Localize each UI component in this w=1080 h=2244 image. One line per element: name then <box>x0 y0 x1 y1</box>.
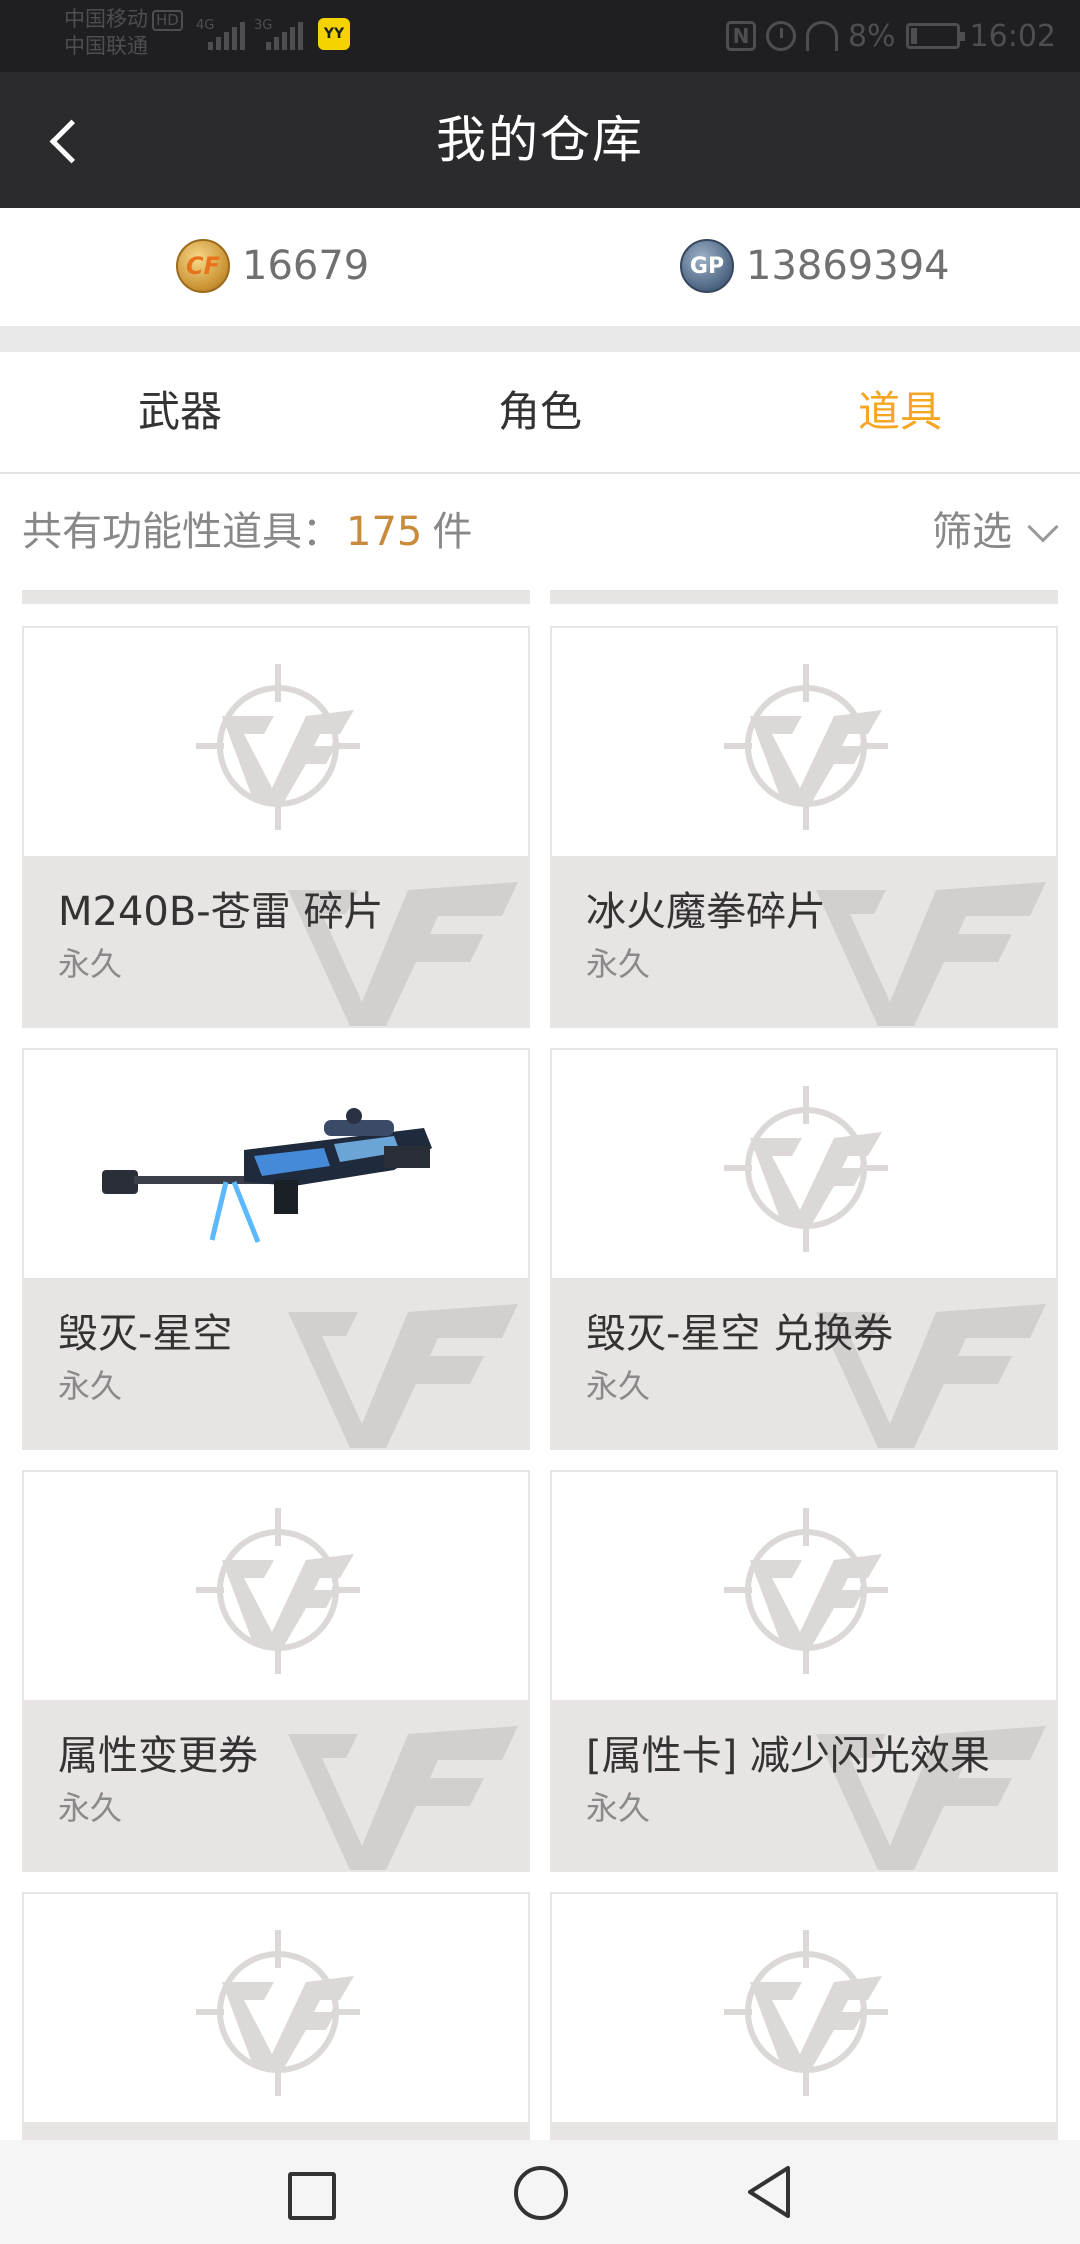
carrier-2: 中国联通 <box>64 34 148 58</box>
card-info: 毁灭-星空 兑换券 永久 <box>552 1278 1056 1448</box>
filter-button[interactable]: 筛选 <box>932 504 1059 560</box>
net-2-label: 3G <box>254 18 273 33</box>
card-image-area <box>24 628 528 856</box>
card-info: [属性卡] 减少闪光效果 永久 <box>552 1700 1056 1870</box>
yy-app-icon: YY <box>318 18 350 50</box>
gp-balance-value: 13869394 <box>746 243 950 289</box>
cf-watermark-icon <box>288 1726 518 1870</box>
item-card[interactable]: [属性卡] 减少闪光效果 永久 <box>550 1470 1058 1872</box>
speed-icon <box>805 21 838 51</box>
card-image-area <box>552 628 1056 856</box>
cf-balance: CF 16679 <box>176 238 369 294</box>
card-partial <box>22 590 530 604</box>
item-duration: 永久 <box>58 1367 123 1405</box>
status-bar: 中国移动 HD 中国联通 4G 3G YY N 8% 16:02 <box>0 0 1080 72</box>
card-image-area <box>552 1894 1056 2122</box>
count-unit: 件 <box>432 509 473 555</box>
system-nav-bar <box>0 2140 1080 2244</box>
item-duration: 永久 <box>58 1789 123 1827</box>
cf-placeholder-logo-icon <box>724 1930 888 2096</box>
card-image-area <box>24 1472 528 1700</box>
carrier-info: 中国移动 HD 中国联通 <box>64 6 183 60</box>
app-header: 我的仓库 <box>0 72 1080 208</box>
battery-icon <box>905 23 965 49</box>
triangle-back-icon <box>748 2166 790 2218</box>
item-name: 毁灭-星空 兑换券 <box>586 1311 894 1357</box>
card-image-area <box>24 1050 528 1278</box>
item-card[interactable]: 毁灭-星空 兑换券 永久 <box>550 1048 1058 1450</box>
status-right: N 8% 16:02 <box>725 16 1056 56</box>
category-tabs: 武器 角色 道具 <box>0 352 1080 474</box>
cf-balance-value: 16679 <box>242 243 370 289</box>
signal-1-icon: 4G <box>196 18 248 50</box>
hd-badge: HD <box>152 9 183 31</box>
alarm-icon <box>765 21 796 51</box>
recent-apps-button[interactable] <box>280 2162 340 2222</box>
item-card[interactable] <box>22 1892 530 2140</box>
cf-placeholder-logo-icon <box>724 664 888 830</box>
cf-coin-label: CF <box>185 252 220 280</box>
item-duration: 永久 <box>586 1789 651 1827</box>
cf-watermark-icon <box>288 1304 518 1448</box>
item-name: 冰火魔拳碎片 <box>586 889 826 935</box>
clock: 16:02 <box>969 18 1056 54</box>
sniper-rifle-image <box>102 1108 432 1243</box>
item-name: 属性变更券 <box>58 1733 258 1779</box>
divider <box>0 326 1080 352</box>
net-1-label: 4G <box>196 18 215 33</box>
cf-placeholder-logo-icon <box>724 1508 888 1674</box>
nfc-icon: N <box>725 21 756 51</box>
card-info: M240B-苍雷 碎片 永久 <box>24 856 528 1026</box>
item-card[interactable]: M240B-苍雷 碎片 永久 <box>22 626 530 1028</box>
cf-placeholder-logo-icon <box>196 664 360 830</box>
item-duration: 永久 <box>58 945 123 983</box>
card-info: 毁灭-星空 永久 <box>24 1278 528 1448</box>
item-name: [属性卡] 减少闪光效果 <box>586 1733 990 1779</box>
chevron-down-icon <box>1027 511 1059 543</box>
item-card[interactable] <box>550 1892 1058 2140</box>
item-count-label: 共有功能性道具： 175 件 <box>22 504 472 560</box>
card-image-area <box>24 1894 528 2122</box>
system-back-button[interactable] <box>740 2162 800 2222</box>
item-card[interactable]: 冰火魔拳碎片 永久 <box>550 626 1058 1028</box>
cf-coin-icon: CF <box>176 239 230 293</box>
card-info: 冰火魔拳碎片 永久 <box>552 856 1056 1026</box>
filter-label: 筛选 <box>932 509 1012 555</box>
card-image-area <box>552 1472 1056 1700</box>
item-card[interactable]: 属性变更券 永久 <box>22 1470 530 1872</box>
tab-weapons[interactable]: 武器 <box>0 352 360 472</box>
item-name: M240B-苍雷 碎片 <box>58 889 384 935</box>
gp-balance: GP 13869394 <box>680 238 950 294</box>
item-duration: 永久 <box>586 945 651 983</box>
carrier-1: 中国移动 <box>64 7 148 31</box>
warehouse-page: 中国移动 HD 中国联通 4G 3G YY N 8% 16:02 我的仓库 CF … <box>0 0 1080 2244</box>
home-button[interactable] <box>510 2162 570 2222</box>
page-title: 我的仓库 <box>436 111 644 169</box>
gp-coin-icon: GP <box>680 239 734 293</box>
gp-coin-label: GP <box>689 253 725 279</box>
cf-placeholder-logo-icon <box>724 1086 888 1252</box>
item-count: 175 <box>346 509 423 555</box>
tab-characters[interactable]: 角色 <box>360 352 720 472</box>
card-image-area <box>552 1050 1056 1278</box>
item-duration: 永久 <box>586 1367 651 1405</box>
cf-placeholder-logo-icon <box>196 1508 360 1674</box>
item-name: 毁灭-星空 <box>58 1311 233 1357</box>
count-prefix: 共有功能性道具： <box>22 509 342 555</box>
battery-percent: 8% <box>847 18 896 54</box>
card-info <box>24 2122 528 2140</box>
card-info: 属性变更券 永久 <box>24 1700 528 1870</box>
item-card[interactable]: 毁灭-星空 永久 <box>22 1048 530 1450</box>
card-partial <box>550 590 1058 604</box>
cf-watermark-icon <box>816 882 1046 1026</box>
cf-placeholder-logo-icon <box>196 1930 360 2096</box>
currency-bar: CF 16679 GP 13869394 <box>0 208 1080 326</box>
signal-2-icon: 3G <box>254 18 306 50</box>
tab-items[interactable]: 道具 <box>720 352 1080 472</box>
item-grid: M240B-苍雷 碎片 永久 冰火魔拳碎片 永久 毁灭-星空 永久 毁灭-星空 … <box>0 590 1080 2140</box>
summary-row: 共有功能性道具： 175 件 筛选 <box>0 474 1080 590</box>
card-info <box>552 2122 1056 2140</box>
